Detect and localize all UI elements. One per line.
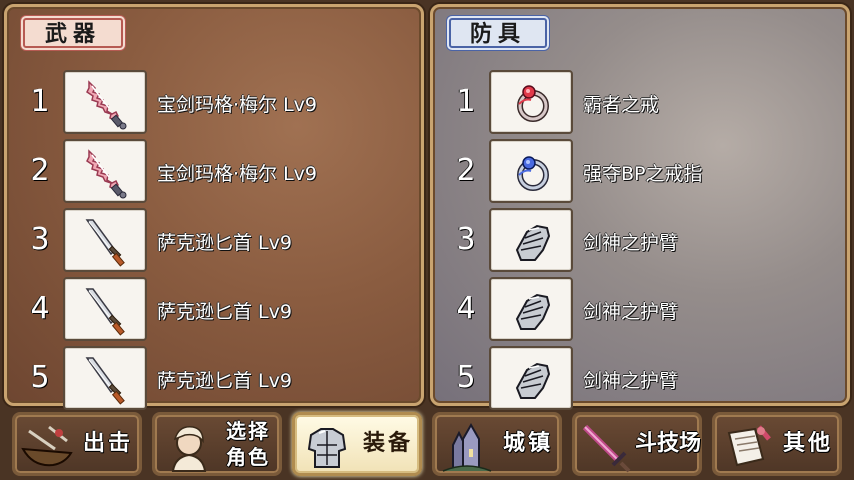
nav-select-line2: 角色 <box>226 445 270 469</box>
crossed-sword-icon <box>582 424 631 473</box>
armor-slot-number: 2 <box>456 153 476 188</box>
armor-icon-slot[interactable] <box>489 277 573 341</box>
weapon-slot-number: 3 <box>30 222 50 257</box>
weapon-name: 宝剑玛格·梅尔 Lv9 <box>157 163 317 185</box>
weapon-icon-slot[interactable] <box>63 277 147 341</box>
armor-title: 防具 <box>449 18 547 48</box>
nav-arena-button[interactable]: 斗技场 <box>572 412 702 476</box>
armor-row-4[interactable]: 4 剑神之护臂 <box>433 277 847 343</box>
armor-row-1[interactable]: 1 霸者之戒 <box>433 70 847 136</box>
armor-slot-number: 5 <box>456 360 476 395</box>
red-ring-icon <box>517 85 549 122</box>
armor-name: 剑神之护臂 <box>583 232 679 254</box>
weapon-name: 萨克逊匕首 Lv9 <box>157 301 292 323</box>
armor-name: 强夺BP之戒指 <box>583 163 703 185</box>
nav-equip-label: 装备 <box>362 431 413 456</box>
gauntlet-icon <box>515 224 551 261</box>
nav-town-button[interactable]: 城镇 <box>432 412 562 476</box>
gauntlet-icon <box>515 293 551 330</box>
weapons-panel: 武器 1 宝剑玛格·梅尔 Lv9 2 宝剑玛格·梅尔 Lv9 3 萨克逊匕首 L… <box>4 4 424 410</box>
armor-icon-slot[interactable] <box>489 139 573 203</box>
weapon-icon-slot[interactable] <box>63 208 147 272</box>
nav-town-label: 城镇 <box>502 431 553 456</box>
nav-select-character-label: 选择 角色 <box>215 415 281 473</box>
weapon-name: 萨克逊匕首 Lv9 <box>157 370 292 392</box>
dagger-icon <box>85 357 125 405</box>
pink-sword-icon <box>86 149 127 199</box>
weapon-row-5[interactable]: 5 萨克逊匕首 Lv9 <box>7 346 421 412</box>
armor-name: 剑神之护臂 <box>583 301 679 323</box>
nav-select-line1: 选择 <box>226 419 270 443</box>
weapon-slot-number: 2 <box>30 153 50 188</box>
dagger-icon <box>85 219 125 267</box>
nav-other-button[interactable]: 其他 <box>712 412 842 476</box>
armor-slot-number: 1 <box>456 84 476 119</box>
weapon-name: 宝剑玛格·梅尔 Lv9 <box>157 94 317 116</box>
armor-row-3[interactable]: 3 剑神之护臂 <box>433 208 847 274</box>
nav-arena-label: 斗技场 <box>635 431 702 456</box>
weapon-name: 萨克逊匕首 Lv9 <box>157 232 292 254</box>
nav-select-character-button[interactable]: 选择 角色 <box>152 412 282 476</box>
scroll-icon <box>727 425 771 467</box>
armor-row-2[interactable]: 2 强夺BP之戒指 <box>433 139 847 205</box>
armor-panel: 防具 1 霸者之戒 2 强夺BP之戒指 3 剑神之护臂 4 剑神之护臂 5 剑神… <box>430 4 850 410</box>
nav-other-label: 其他 <box>782 431 833 456</box>
nav-sortie-button[interactable]: 出击 <box>12 412 142 476</box>
armor-row-5[interactable]: 5 剑神之护臂 <box>433 346 847 412</box>
nav-sortie-label: 出击 <box>82 431 133 456</box>
armor-icon-slot[interactable] <box>489 346 573 410</box>
castle-icon <box>442 422 492 472</box>
weapon-row-3[interactable]: 3 萨克逊匕首 Lv9 <box>7 208 421 274</box>
armor-name: 霸者之戒 <box>583 94 660 116</box>
blue-ring-icon <box>517 156 549 191</box>
weapon-icon-slot[interactable] <box>63 346 147 410</box>
weapon-slot-number: 5 <box>30 360 50 395</box>
gauntlet-icon <box>515 362 551 399</box>
armor-name: 剑神之护臂 <box>583 370 679 392</box>
dagger-icon <box>85 288 125 336</box>
armor-icon-slot[interactable] <box>489 208 573 272</box>
ship-icon <box>21 425 73 467</box>
armor-icon-slot[interactable] <box>489 70 573 134</box>
weapons-title: 武器 <box>23 18 123 48</box>
weapon-slot-number: 1 <box>30 84 50 119</box>
weapon-row-1[interactable]: 1 宝剑玛格·梅尔 Lv9 <box>7 70 421 136</box>
weapon-row-2[interactable]: 2 宝剑玛格·梅尔 Lv9 <box>7 139 421 205</box>
pink-sword-icon <box>86 80 127 130</box>
weapon-icon-slot[interactable] <box>63 139 147 203</box>
armor-slot-number: 3 <box>456 222 476 257</box>
nav-equip-button[interactable]: 装备 <box>292 412 422 476</box>
armor-icon <box>307 428 347 468</box>
weapon-slot-number: 4 <box>30 291 50 326</box>
character-portrait-icon <box>171 426 207 472</box>
weapon-icon-slot[interactable] <box>63 70 147 134</box>
armor-slot-number: 4 <box>456 291 476 326</box>
weapon-row-4[interactable]: 4 萨克逊匕首 Lv9 <box>7 277 421 343</box>
